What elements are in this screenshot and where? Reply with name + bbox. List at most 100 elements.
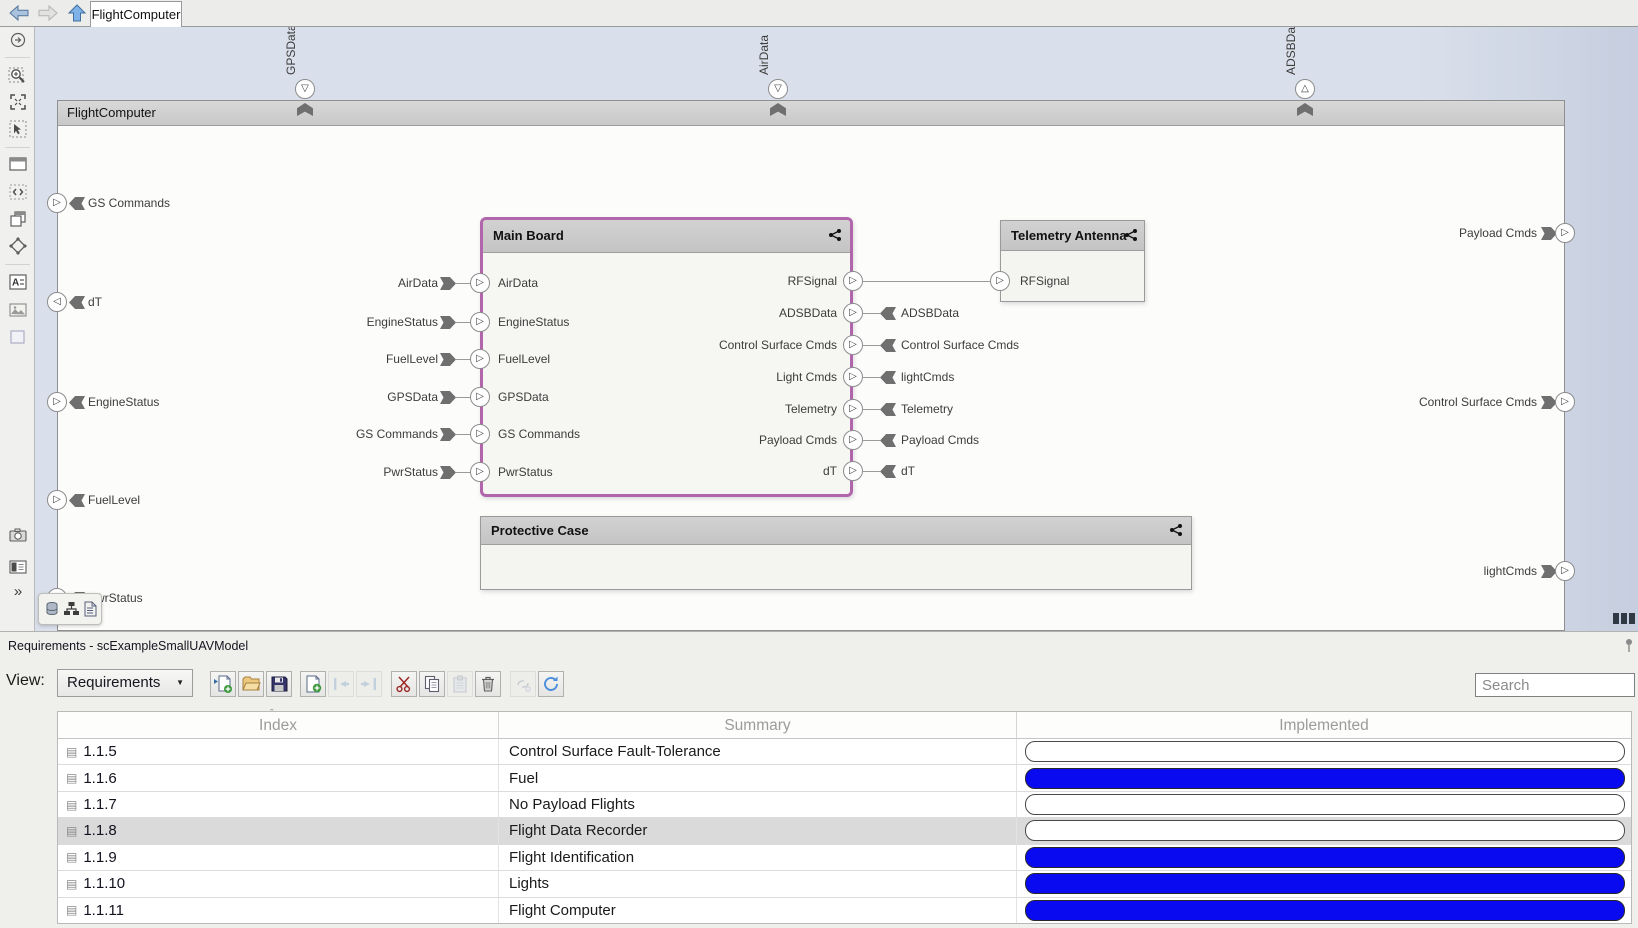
- paste-button[interactable]: [447, 671, 473, 697]
- requirement-index: 1.1.9: [83, 849, 116, 866]
- port-connector[interactable]: ▷: [470, 312, 490, 332]
- telemetry-antenna-block[interactable]: Telemetry Antenna: [1000, 220, 1145, 302]
- port-connector[interactable]: ▷: [843, 367, 863, 387]
- protective-case-block[interactable]: Protective Case: [480, 516, 1192, 590]
- signal-tag-label[interactable]: dT: [901, 464, 915, 478]
- auto-arrange-icon[interactable]: [8, 236, 28, 256]
- port-connector[interactable]: ▷: [47, 193, 67, 213]
- requirement-row[interactable]: ▤1.1.5 Control Surface Fault-Tolerance: [58, 739, 1631, 765]
- port-connector[interactable]: ▷: [843, 335, 863, 355]
- port-label: FuelLevel: [88, 493, 140, 507]
- connector-line: [863, 377, 880, 378]
- signal-tag-label[interactable]: lightCmds: [901, 370, 954, 384]
- area-annotation-icon[interactable]: [8, 327, 28, 347]
- open-button[interactable]: [238, 671, 264, 697]
- expand-palette-icon[interactable]: »: [8, 583, 28, 603]
- port-connector[interactable]: ◁: [47, 292, 67, 312]
- port-connector[interactable]: ▷: [47, 490, 67, 510]
- copy-button[interactable]: [419, 671, 445, 697]
- telemetry-antenna-header[interactable]: Telemetry Antenna: [1001, 221, 1144, 251]
- fit-to-view-icon[interactable]: [8, 92, 28, 112]
- requirements-panel-title: Requirements - scExampleSmallUAVModel: [8, 639, 248, 653]
- viewport-icon[interactable]: [8, 154, 28, 174]
- port-connector[interactable]: ▽: [768, 79, 788, 99]
- port-connector[interactable]: ▷: [47, 392, 67, 412]
- search-input[interactable]: [1475, 673, 1635, 697]
- requirement-row[interactable]: ▤1.1.8 Flight Data Recorder: [58, 818, 1631, 844]
- open-reference-icon[interactable]: [8, 30, 28, 50]
- signal-tag-label[interactable]: Telemetry: [901, 402, 953, 416]
- share-icon[interactable]: [828, 228, 842, 242]
- port-connector[interactable]: ▷: [843, 430, 863, 450]
- signal-tag-label[interactable]: FuelLevel: [288, 352, 438, 366]
- legend-icon[interactable]: [8, 557, 28, 577]
- protective-case-header[interactable]: Protective Case: [481, 517, 1191, 545]
- column-header-implemented[interactable]: Implemented: [1016, 712, 1631, 738]
- panel-grid-icon[interactable]: [1613, 613, 1637, 624]
- signal-tag-label[interactable]: Control Surface Cmds: [901, 338, 1019, 352]
- signal-tag-label[interactable]: Payload Cmds: [901, 433, 979, 447]
- pin-icon[interactable]: [1624, 638, 1634, 653]
- screenshot-icon[interactable]: [8, 525, 28, 545]
- port-connector[interactable]: ▷: [990, 271, 1010, 291]
- port-connector[interactable]: ▷: [843, 303, 863, 323]
- port-connector[interactable]: ▷: [470, 349, 490, 369]
- port-connector[interactable]: ▷: [1555, 561, 1575, 581]
- add-requirement-button[interactable]: [300, 671, 326, 697]
- port-connector[interactable]: ▷: [843, 271, 863, 291]
- connection-line-rfsignal[interactable]: [863, 281, 990, 282]
- port-connector[interactable]: ▷: [470, 462, 490, 482]
- view-dropdown[interactable]: Requirements ▼: [57, 669, 193, 697]
- port-connector[interactable]: ▽: [295, 79, 315, 99]
- port-connector[interactable]: ▷: [470, 387, 490, 407]
- signal-tag-label[interactable]: AirData: [288, 276, 438, 290]
- compare-icon[interactable]: [8, 209, 28, 229]
- requirement-row[interactable]: ▤1.1.10 Lights: [58, 871, 1631, 897]
- refresh-button[interactable]: [538, 671, 564, 697]
- new-requirement-set-button[interactable]: [210, 671, 236, 697]
- interface-icon[interactable]: [8, 182, 28, 202]
- cut-button[interactable]: [391, 671, 417, 697]
- signal-tag-label[interactable]: ADSBData: [901, 306, 959, 320]
- demote-requirement-button[interactable]: [356, 671, 382, 697]
- signal-tag-label[interactable]: PwrStatus: [288, 465, 438, 479]
- share-icon[interactable]: [1169, 523, 1183, 537]
- back-arrow-icon[interactable]: [8, 3, 30, 23]
- requirement-row[interactable]: ▤1.1.6 Fuel: [58, 765, 1631, 791]
- zoom-region-icon[interactable]: [8, 65, 28, 85]
- requirement-row[interactable]: ▤1.1.7 No Payload Flights: [58, 792, 1631, 818]
- up-arrow-icon[interactable]: [66, 3, 88, 23]
- connector-line: [863, 345, 880, 346]
- share-icon[interactable]: [1124, 228, 1138, 242]
- signal-tag-label[interactable]: GS Commands: [288, 427, 438, 441]
- requirement-row[interactable]: ▤1.1.11 Flight Computer: [58, 898, 1631, 923]
- requirement-doc-icon: ▤: [66, 877, 77, 891]
- port-connector[interactable]: ▷: [843, 399, 863, 419]
- text-annotation-icon[interactable]: A: [8, 272, 28, 292]
- delete-button[interactable]: [475, 671, 501, 697]
- port-connector[interactable]: △: [1295, 79, 1315, 99]
- port-connector[interactable]: ▷: [470, 273, 490, 293]
- port-connector[interactable]: ▷: [470, 424, 490, 444]
- signal-tag-label[interactable]: GPSData: [288, 390, 438, 404]
- hierarchy-icon[interactable]: [63, 601, 80, 617]
- image-annotation-icon[interactable]: [8, 300, 28, 320]
- save-button[interactable]: [266, 671, 292, 697]
- document-icon[interactable]: [83, 601, 97, 617]
- zoom-selection-icon[interactable]: [8, 119, 28, 139]
- flightcomputer-container-header[interactable]: FlightComputer: [58, 101, 1564, 126]
- clear-links-button[interactable]: [510, 671, 536, 697]
- main-board-header[interactable]: Main Board: [483, 220, 850, 253]
- port-connector[interactable]: ▷: [843, 461, 863, 481]
- diagram-canvas[interactable]: FlightComputer GPSData AirData ADSBData …: [35, 27, 1638, 631]
- port-connector[interactable]: ▷: [1555, 223, 1575, 243]
- column-header-summary[interactable]: Summary: [498, 712, 1016, 738]
- column-header-index[interactable]: Index: [58, 712, 498, 738]
- signal-tag-label[interactable]: EngineStatus: [288, 315, 438, 329]
- promote-requirement-button[interactable]: [328, 671, 354, 697]
- database-icon[interactable]: [44, 601, 60, 617]
- port-connector[interactable]: ▷: [1555, 392, 1575, 412]
- tab-flightcomputer[interactable]: FlightComputer: [90, 1, 182, 27]
- forward-arrow-icon[interactable]: [37, 3, 59, 23]
- requirement-row[interactable]: ▤1.1.9 Flight Identification: [58, 845, 1631, 871]
